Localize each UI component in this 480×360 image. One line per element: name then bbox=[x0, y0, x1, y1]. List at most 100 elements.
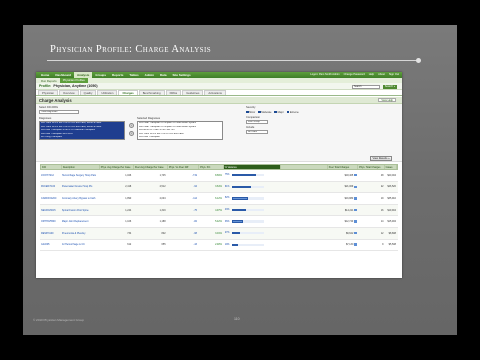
add-diagnosis-button[interactable]: › bbox=[129, 123, 134, 128]
row-description[interactable]: Major Joint Replacement bbox=[61, 220, 99, 223]
tab-physician[interactable]: Physician bbox=[38, 90, 58, 95]
user-link-help[interactable]: Help bbox=[369, 73, 374, 76]
user-link-about[interactable]: About bbox=[378, 73, 385, 76]
column-header-icd[interactable]: ICD bbox=[41, 165, 62, 169]
comparison-label: Comparison bbox=[246, 116, 260, 119]
nav-item-data[interactable]: Data bbox=[157, 73, 170, 77]
row-diff[interactable]: -719 bbox=[168, 174, 199, 177]
include-select[interactable]: All Years bbox=[246, 130, 268, 134]
row-diff[interactable]: -114 bbox=[168, 197, 199, 200]
section-title: Charge Analysis bbox=[39, 98, 72, 103]
tab-activations[interactable]: Activations bbox=[204, 90, 226, 95]
row-code[interactable]: GI/2205 bbox=[40, 243, 61, 246]
selected-diagnosis-option[interactable]: 005 Liver Transplant bbox=[138, 136, 222, 139]
column-header-phys-vs-peer-diff[interactable]: Phys. Vs Peer Diff bbox=[168, 165, 200, 169]
column-header-phys-pct[interactable]: Phys. Pct bbox=[199, 165, 224, 169]
row-code[interactable]: CARDIO/4200 bbox=[40, 197, 61, 200]
row-cases: $15,484 bbox=[387, 220, 396, 224]
user-link-sign-out[interactable]: Sign Out bbox=[389, 73, 399, 76]
severity-option-extreme[interactable]: Extreme bbox=[286, 111, 299, 114]
row-diff[interactable]: -68 bbox=[168, 232, 199, 235]
view-results-button[interactable]: View Results » bbox=[370, 156, 392, 161]
column-header-peer-total-charges[interactable]: Peer Total Charges bbox=[328, 165, 359, 169]
severity-option-major[interactable]: Major bbox=[274, 111, 284, 114]
chart-icon[interactable] bbox=[354, 220, 357, 223]
severity-checkboxes: Minor Moderate Major Extreme bbox=[246, 110, 302, 114]
row-description[interactable]: Coronary Artery Bypass w Cath bbox=[61, 197, 99, 200]
variance-bar-track bbox=[231, 232, 264, 235]
comparison-select[interactable]: Peer Group bbox=[246, 120, 268, 124]
row-peer-avg: 1,319 bbox=[159, 208, 166, 212]
variance-bar bbox=[231, 208, 246, 212]
tab-drgs[interactable]: DRGs bbox=[165, 90, 182, 95]
row-diff[interactable]: -94 bbox=[168, 185, 199, 188]
search-input[interactable]: Search bbox=[352, 84, 380, 89]
column-header-peer-avg-charge-per-case[interactable]: Peer Avg Charge Per Case bbox=[134, 165, 168, 169]
diagnosis-option[interactable]: 007 Lung Transplant bbox=[40, 136, 124, 139]
tab-quality[interactable]: Quality bbox=[79, 90, 97, 95]
column-header-description[interactable]: Description bbox=[62, 165, 100, 169]
nav-item-admin[interactable]: Admin bbox=[142, 73, 157, 77]
chart-icon[interactable] bbox=[354, 197, 357, 200]
row-code[interactable]: NEURO/9015 bbox=[40, 209, 61, 212]
row-description[interactable]: GI Hemorrhage w CC bbox=[61, 243, 99, 246]
select-drg-input[interactable]: Total Diagnoses bbox=[39, 110, 79, 114]
variance-value: 43% bbox=[224, 209, 230, 212]
diagnoses-available-list[interactable]: 003 Trach W MV 96+ Hrs Or PDX Exc Face, … bbox=[39, 121, 125, 140]
row-code[interactable]: RESP/3100 bbox=[40, 232, 61, 235]
row-diff[interactable]: -43 bbox=[168, 243, 199, 246]
tab-benchmarking[interactable]: Benchmarking bbox=[138, 90, 165, 95]
profile-tabs: Physician Overview Quality Utilization Charg… bbox=[36, 90, 402, 96]
row-code[interactable]: PACER/7100 bbox=[40, 185, 61, 188]
chart-icon[interactable] bbox=[354, 208, 357, 212]
variance-value: 27% bbox=[224, 232, 230, 235]
column-header-chart[interactable] bbox=[281, 165, 328, 169]
column-header-cases[interactable]: Cases bbox=[385, 165, 397, 169]
remove-diagnosis-button[interactable]: ‹ bbox=[129, 131, 134, 136]
row-phys-avg: 2,418 bbox=[125, 185, 132, 189]
row-description[interactable]: Spinal Fusion Post Spine bbox=[61, 209, 99, 212]
chart-icon[interactable] bbox=[354, 185, 357, 188]
row-peer-avg: 655 bbox=[161, 243, 166, 247]
row-pct: 2.48% bbox=[215, 243, 222, 247]
severity-option-moderate[interactable]: Moderate bbox=[258, 111, 271, 114]
tab-charges[interactable]: Charges bbox=[118, 90, 138, 95]
row-diff[interactable]: -82 bbox=[168, 220, 199, 223]
row-peer-total: $16,880 bbox=[328, 197, 359, 200]
chart-icon[interactable] bbox=[354, 243, 357, 246]
row-cases: $8,808 bbox=[388, 231, 396, 235]
severity-option-minor[interactable]: Minor bbox=[246, 111, 255, 114]
nav-item-tables[interactable]: Tables bbox=[126, 73, 141, 77]
row-peer-avg: 2,004 bbox=[159, 196, 166, 200]
row-description[interactable]: Hemorrhage Surgery Hosp Pats bbox=[61, 174, 99, 177]
nav-item-groups[interactable]: Groups bbox=[92, 73, 109, 77]
column-header-phys-total-charges[interactable]: Phys. Total Charges bbox=[358, 165, 385, 169]
nav-item-home[interactable]: Home bbox=[38, 73, 52, 77]
row-phys-total: 48 bbox=[380, 173, 384, 177]
subnav-item-run-reports[interactable]: Run Reports bbox=[38, 79, 60, 83]
help-button[interactable]: View Help bbox=[378, 98, 396, 102]
row-diff[interactable]: -75 bbox=[168, 209, 199, 212]
column-header-variance[interactable]: % Variance bbox=[223, 165, 281, 169]
variance-bar-track bbox=[231, 185, 264, 189]
row-description[interactable]: Pacemaker Device Hosp Pts bbox=[61, 185, 99, 188]
search-button[interactable]: Search » bbox=[383, 84, 397, 89]
nav-item-site-settings[interactable]: Site Settings bbox=[170, 73, 194, 77]
nav-item-reports[interactable]: Reports bbox=[109, 73, 126, 77]
tab-guidelines[interactable]: Guidelines bbox=[182, 90, 204, 95]
variance-bar-track bbox=[231, 208, 264, 212]
chart-icon[interactable] bbox=[354, 173, 357, 177]
nav-item-dashboard[interactable]: Dashboard bbox=[52, 73, 74, 77]
row-code[interactable]: ORTHO/5500 bbox=[40, 220, 61, 223]
tab-overview[interactable]: Overview bbox=[58, 90, 79, 95]
user-link-logon-pam-smith-admin[interactable]: Logon: Pam Smith Admin bbox=[310, 73, 339, 76]
tab-utilization[interactable]: Utilization bbox=[97, 90, 118, 95]
user-link-change-password[interactable]: Change Password bbox=[344, 73, 365, 76]
profile-name[interactable]: Physician, Anytime (1050) bbox=[53, 84, 97, 88]
column-header-phys-avg-charge-per-case[interactable]: Phys. Avg Charge Per Case bbox=[100, 165, 134, 169]
diagnoses-selected-list[interactable]: 001 Heart Transplant Or Implant Of Heart… bbox=[137, 121, 223, 140]
variance-bar-cell: 75% bbox=[224, 174, 328, 177]
row-code[interactable]: JOINT/7212 bbox=[40, 174, 61, 177]
row-description[interactable]: Pneumonia & Pleurisy bbox=[61, 232, 99, 235]
chart-icon[interactable] bbox=[354, 231, 357, 235]
